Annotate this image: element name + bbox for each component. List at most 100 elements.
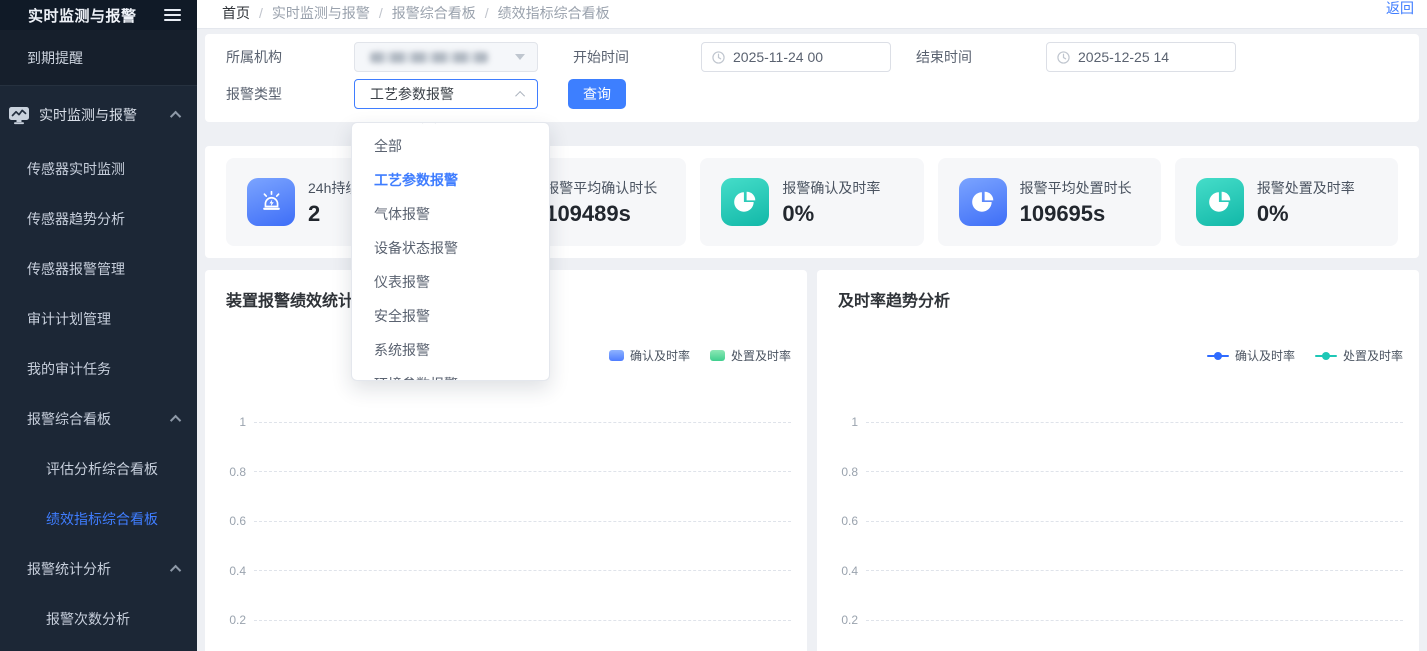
- legend-line-dot-icon: [1207, 355, 1229, 357]
- org-label: 所属机构: [226, 47, 354, 67]
- alarm-type-dropdown: 全部工艺参数报警气体报警设备状态报警仪表报警安全报警系统报警环境参数报警: [351, 122, 550, 381]
- legend-label: 确认及时率: [1235, 347, 1295, 364]
- chart-plot-area: 10.80.60.40.2: [226, 422, 791, 651]
- sidebar-menu: 到期提醒实时监测与报警传感器实时监测传感器趋势分析传感器报警管理审计计划管理我的…: [0, 30, 197, 644]
- legend-item[interactable]: 处置及时率: [710, 347, 791, 364]
- sidebar-item-sensor-realtime[interactable]: 传感器实时监测: [0, 144, 197, 194]
- sidebar-item-alarm-stats-group[interactable]: 报警统计分析: [0, 544, 197, 594]
- dropdown-option[interactable]: 工艺参数报警: [352, 163, 549, 197]
- hamburger-icon[interactable]: [164, 9, 181, 21]
- y-axis-tick: 0.2: [838, 613, 866, 627]
- sidebar-item-label: 评估分析综合看板: [46, 459, 181, 479]
- breadcrumb-item[interactable]: 实时监测与报警: [272, 3, 370, 23]
- gridline-row: 0.4: [838, 564, 1403, 578]
- start-time-label: 开始时间: [573, 47, 701, 67]
- sidebar-item-expire-reminder[interactable]: 到期提醒: [0, 30, 197, 86]
- y-axis-tick: 0.8: [226, 465, 254, 479]
- gridline: [254, 471, 791, 472]
- sidebar-item-label: 报警次数分析: [46, 609, 181, 629]
- pie-chart-icon: [959, 178, 1007, 226]
- gridline: [254, 521, 791, 522]
- end-time-input[interactable]: 2025-12-25 14: [1046, 42, 1236, 72]
- y-axis-tick: 0.4: [838, 564, 866, 578]
- y-axis-tick: 0.2: [226, 613, 254, 627]
- end-time-label: 结束时间: [916, 47, 1046, 67]
- gridline: [866, 570, 1403, 571]
- sidebar-item-realtime-monitor-group[interactable]: 实时监测与报警: [0, 86, 197, 144]
- query-button[interactable]: 查询: [568, 79, 626, 109]
- breadcrumb-separator: /: [485, 5, 489, 21]
- clock-icon: [712, 51, 725, 64]
- gridline: [254, 620, 791, 621]
- y-axis-tick: 0.8: [838, 465, 866, 479]
- dropdown-option[interactable]: 全部: [352, 129, 549, 163]
- chart-plot-area: 10.80.60.40.2: [838, 422, 1403, 651]
- alarm-type-select[interactable]: 工艺参数报警: [354, 79, 538, 109]
- sidebar-item-sensor-alarm-mgmt[interactable]: 传感器报警管理: [0, 244, 197, 294]
- gridline: [254, 422, 791, 423]
- stat-card-texts: 报警平均处置时长 109695s: [1020, 178, 1132, 227]
- sidebar-item-label: 审计计划管理: [27, 309, 181, 329]
- gridline: [866, 471, 1403, 472]
- sidebar-item-alarm-dashboard-group[interactable]: 报警综合看板: [0, 394, 197, 444]
- breadcrumb: 首页 / 实时监测与报警 / 报警综合看板 / 绩效指标综合看板: [222, 0, 610, 28]
- stat-card: 报警平均处置时长 109695s: [938, 158, 1161, 246]
- stat-card-value: 109489s: [545, 201, 657, 227]
- dropdown-option[interactable]: 设备状态报警: [352, 231, 549, 265]
- legend-item[interactable]: 确认及时率: [1207, 347, 1295, 364]
- sidebar-item-sensor-trend[interactable]: 传感器趋势分析: [0, 194, 197, 244]
- dropdown-option[interactable]: 环境参数报警: [352, 367, 549, 381]
- breadcrumb-item[interactable]: 报警综合看板: [392, 3, 476, 23]
- gridline-row: 0.4: [226, 564, 791, 578]
- dropdown-option[interactable]: 安全报警: [352, 299, 549, 333]
- dropdown-option[interactable]: 系统报警: [352, 333, 549, 367]
- sidebar-item-my-audit-tasks[interactable]: 我的审计任务: [0, 344, 197, 394]
- end-time-value: 2025-12-25 14: [1078, 49, 1169, 65]
- stat-card-value: 109695s: [1020, 201, 1132, 227]
- sidebar-item-kpi-board[interactable]: 绩效指标综合看板: [0, 494, 197, 544]
- back-link[interactable]: 返回: [1386, 0, 1414, 18]
- stat-card-label: 报警平均处置时长: [1020, 178, 1132, 198]
- stat-card-texts: 报警处置及时率0%: [1257, 178, 1355, 227]
- stat-card-texts: 报警确认及时率0%: [782, 178, 880, 227]
- chart-title: 及时率趋势分析: [838, 287, 1403, 311]
- monitor-chart-icon: [8, 106, 30, 125]
- legend-swatch-icon: [710, 350, 725, 361]
- sidebar-item-label: 到期提醒: [27, 48, 197, 68]
- stat-card-label: 报警处置及时率: [1257, 178, 1355, 198]
- breadcrumb-item[interactable]: 绩效指标综合看板: [498, 3, 610, 23]
- pie-chart-icon: [1196, 178, 1244, 226]
- filter-panel: 所属机构 开始时间 2025-11-24 00 结束时间 2025-12-25 …: [205, 34, 1419, 122]
- stat-card-label: 报警确认及时率: [782, 178, 880, 198]
- dropdown-option[interactable]: 仪表报警: [352, 265, 549, 299]
- start-time-input[interactable]: 2025-11-24 00: [701, 42, 891, 72]
- stat-card: 报警处置及时率0%: [1175, 158, 1398, 246]
- sidebar: 实时监测与报警 到期提醒实时监测与报警传感器实时监测传感器趋势分析传感器报警管理…: [0, 0, 197, 651]
- stat-card-texts: 报警平均确认时长109489s: [545, 178, 657, 227]
- sidebar-item-label: 传感器趋势分析: [27, 209, 181, 229]
- legend-item[interactable]: 处置及时率: [1315, 347, 1403, 364]
- sidebar-item-eval-analysis-board[interactable]: 评估分析综合看板: [0, 444, 197, 494]
- topbar: 首页 / 实时监测与报警 / 报警综合看板 / 绩效指标综合看板 返回: [197, 0, 1427, 29]
- gridline-row: 0.6: [226, 514, 791, 528]
- legend-item[interactable]: 确认及时率: [609, 347, 690, 364]
- legend-line-dot-icon: [1315, 355, 1337, 357]
- sidebar-item-alarm-count-analysis[interactable]: 报警次数分析: [0, 594, 197, 644]
- org-select-redacted-value: [370, 52, 488, 63]
- dropdown-option[interactable]: 气体报警: [352, 197, 549, 231]
- sidebar-item-label: 传感器实时监测: [27, 159, 181, 179]
- org-select[interactable]: [354, 42, 538, 72]
- breadcrumb-item[interactable]: 首页: [222, 3, 250, 23]
- sidebar-item-label: 报警统计分析: [27, 559, 173, 579]
- gridline-row: 0.2: [838, 613, 1403, 627]
- sidebar-item-audit-plan-mgmt[interactable]: 审计计划管理: [0, 294, 197, 344]
- stat-card: 报警确认及时率0%: [700, 158, 923, 246]
- breadcrumb-separator: /: [259, 5, 263, 21]
- y-axis-tick: 1: [226, 415, 254, 429]
- gridline-row: 0.8: [838, 465, 1403, 479]
- clock-icon: [1057, 51, 1070, 64]
- y-axis-tick: 1: [838, 415, 866, 429]
- sidebar-item-label: 报警综合看板: [27, 409, 173, 429]
- y-axis-tick: 0.6: [838, 514, 866, 528]
- breadcrumb-separator: /: [379, 5, 383, 21]
